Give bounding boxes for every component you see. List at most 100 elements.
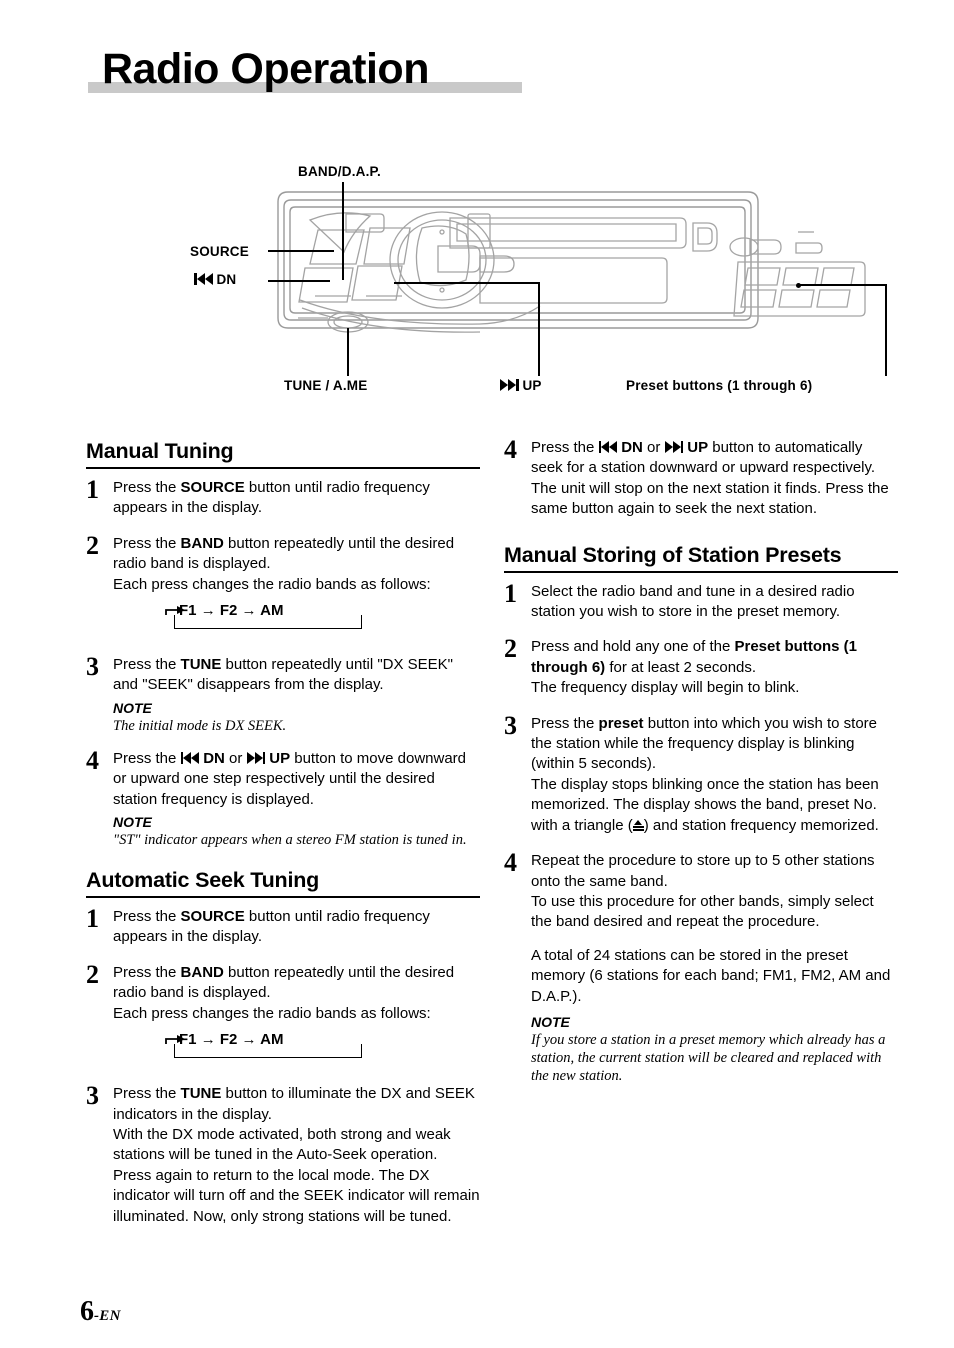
- step-item: 2 Press and hold any one of the Preset b…: [504, 634, 898, 698]
- step-text-line1: Repeat the procedure to store up to 5 ot…: [531, 852, 875, 890]
- step-text-line2-post: ) and station frequency memorized.: [643, 816, 879, 834]
- track-bar-icon-right: [262, 751, 266, 764]
- callout-line-preset-h: [799, 284, 887, 286]
- band-f1: F1: [179, 602, 197, 620]
- button-name-dn: DN: [598, 439, 643, 456]
- step-item: 1 Press the SOURCE button until radio fr…: [86, 475, 480, 519]
- page-number: 6-EN: [80, 1296, 121, 1328]
- step-text-line3: Press again to return to the local mode.…: [113, 1166, 480, 1225]
- band-am: AM: [260, 602, 284, 620]
- note-block: NOTE If you store a station in a preset …: [531, 1013, 898, 1085]
- step-text-line2: The frequency display will begin to blin…: [531, 679, 800, 697]
- band-cycle-diagram: F1 → F2 → AM: [113, 1031, 480, 1063]
- step-number: 2: [86, 959, 99, 989]
- step-number: 4: [86, 745, 99, 775]
- step-text: Press the BAND button repeatedly until t…: [113, 534, 480, 640]
- note-block: NOTE The initial mode is DX SEEK.: [113, 699, 480, 735]
- step-item: 4 Repeat the procedure to store up to 5 …: [504, 848, 898, 1007]
- step-text-pre: Press the: [113, 479, 181, 496]
- head-unit-illustration: [277, 191, 866, 333]
- arrow-1: →: [200, 602, 216, 620]
- arrow-2: →: [241, 1031, 257, 1049]
- step-item: 4 Press the DN or UP button to move down…: [86, 745, 480, 810]
- callout-line-preset-v: [885, 284, 887, 376]
- step-text: Press the DN or UP button to move downwa…: [113, 749, 480, 810]
- callout-label-band-dap: BAND/D.A.P.: [298, 164, 381, 179]
- step-text-line2: To use this procedure for other bands, s…: [531, 892, 874, 931]
- arrow-2: →: [241, 602, 257, 620]
- left-column: Manual Tuning 1 Press the SOURCE button …: [86, 438, 480, 1242]
- step-number: 2: [504, 634, 517, 664]
- band-am: AM: [260, 1031, 284, 1049]
- step-text-line2: Each press changes the radio bands as fo…: [113, 575, 431, 593]
- fastforward-triangle-icon-2: [254, 751, 263, 764]
- step-item: 1 Press the SOURCE button until radio fr…: [86, 906, 480, 948]
- track-bar-icon-right: [516, 379, 519, 391]
- button-name-band: BAND: [180, 963, 224, 981]
- step-text: Repeat the procedure to store up to 5 ot…: [531, 851, 898, 1007]
- step-text: Press the SOURCE button until radio freq…: [113, 907, 480, 948]
- step-number: 4: [504, 848, 517, 878]
- step-text-line3: A total of 24 stations can be stored in …: [531, 946, 891, 1005]
- fastforward-triangle-icon-2: [508, 379, 516, 391]
- step-text-line2: Each press changes the radio bands as fo…: [113, 1004, 431, 1022]
- callout-label-dn: DN: [194, 272, 236, 287]
- step-number: 4: [504, 435, 517, 464]
- step-item: 4 Press the DN or UP button to automatic…: [504, 435, 898, 520]
- button-name-up: UP: [246, 750, 290, 767]
- callout-line-up-h: [394, 282, 540, 284]
- step-number: 3: [504, 710, 517, 740]
- arrow-1: →: [200, 1031, 216, 1049]
- step-text-mid: or: [224, 749, 247, 767]
- step-text-post: for at least 2 seconds.: [605, 658, 757, 676]
- section-heading-automatic-seek: Automatic Seek Tuning: [86, 868, 320, 893]
- step-text-pre: Press the: [531, 714, 599, 732]
- band-f1: F1: [179, 1031, 197, 1049]
- page-number-suffix: -EN: [94, 1308, 121, 1324]
- step-text-pre: Press the: [113, 1085, 181, 1103]
- head-unit-figure: BAND/D.A.P. SOURCE DN TUNE / A.ME UP Pre…: [150, 150, 887, 410]
- step-text: Press the TUNE button repeatedly until "…: [113, 655, 480, 696]
- section-rule-automatic-seek: [86, 896, 480, 899]
- step-number: 1: [504, 578, 517, 608]
- rewind-triangle-icon: [183, 751, 192, 764]
- page-number-value: 6: [80, 1296, 94, 1327]
- page-header: Radio Operation: [88, 44, 868, 102]
- step-text: Press the TUNE button to illuminate the …: [113, 1084, 480, 1227]
- step-item: 3 Press the preset button into which you…: [504, 710, 898, 836]
- section-rule-manual-tuning: [86, 467, 480, 469]
- preset-triangle-icon: [632, 819, 644, 832]
- step-text: Select the radio band and tune in a desi…: [531, 582, 898, 623]
- step-text: Press the preset button into which you w…: [531, 714, 898, 836]
- band-f2: F2: [219, 602, 238, 620]
- button-name-dn: DN: [180, 750, 225, 767]
- note-heading: NOTE: [113, 699, 152, 716]
- callout-label-up: UP: [500, 378, 542, 393]
- track-bar-icon-right: [680, 441, 684, 453]
- callout-line-source: [268, 250, 334, 252]
- callout-line-band-dap: [342, 182, 344, 280]
- step-text-pre: Press the: [531, 439, 599, 456]
- note-heading: NOTE: [531, 1013, 570, 1030]
- note-heading: NOTE: [113, 814, 152, 831]
- step-text-pre: Press the: [113, 908, 181, 926]
- button-name-tune: TUNE: [180, 1085, 222, 1103]
- step-text-pre: Press and hold any one of the: [531, 638, 735, 656]
- button-name-band: BAND: [180, 534, 224, 552]
- button-name-tune: TUNE: [180, 656, 222, 674]
- fastforward-triangle-icon: [500, 379, 508, 391]
- step-text-mid: or: [642, 439, 665, 456]
- step-item: 3 Press the TUNE button repeatedly until…: [86, 654, 480, 696]
- step-text: Press the BAND button repeatedly until t…: [113, 963, 480, 1069]
- note-block: NOTE "ST" indicator appears when a stere…: [113, 813, 480, 849]
- page-title: Radio Operation: [102, 45, 429, 93]
- band-cycle-diagram: F1 → F2 → AM: [113, 602, 480, 634]
- note-text: If you store a station in a preset memor…: [531, 1031, 886, 1084]
- button-name-source: SOURCE: [180, 479, 245, 496]
- fastforward-triangle-icon: [664, 441, 673, 453]
- step-text: Press the SOURCE button until radio freq…: [113, 478, 480, 519]
- step-number: 1: [86, 475, 99, 504]
- step-text-line2: The unit will stop on the next station i…: [531, 479, 889, 518]
- step-item: 2 Press the BAND button repeatedly until…: [86, 959, 480, 1069]
- step-number: 3: [86, 1081, 99, 1111]
